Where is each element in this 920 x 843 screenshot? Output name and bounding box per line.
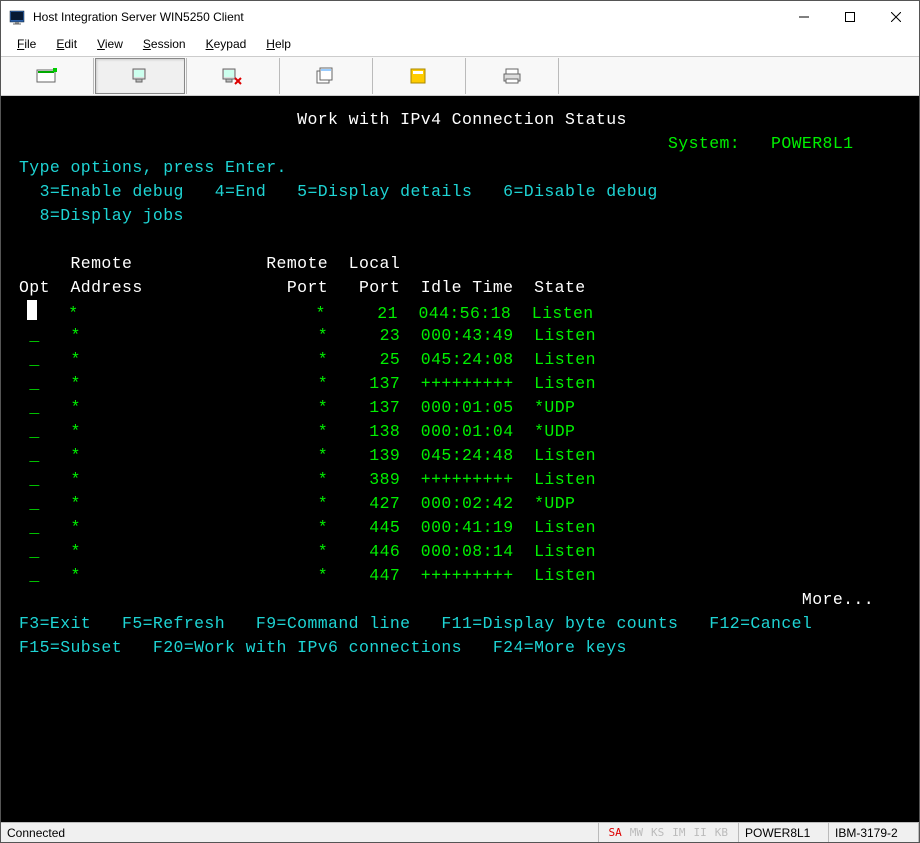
menu-help[interactable]: Help (258, 35, 299, 53)
menu-file[interactable]: File (9, 35, 44, 53)
menu-edit[interactable]: Edit (48, 35, 85, 53)
window-title: Host Integration Server WIN5250 Client (33, 10, 781, 24)
toolbar (1, 56, 919, 96)
toolbar-btn-2[interactable] (95, 58, 185, 94)
status-indicators: SAMWKSIMIIKB (599, 823, 740, 842)
title-bar: Host Integration Server WIN5250 Client (1, 1, 919, 32)
close-button[interactable] (873, 2, 919, 32)
status-system: POWER8L1 (739, 823, 829, 842)
indicator-mw: MW (626, 826, 647, 839)
toolbar-btn-6[interactable] (467, 58, 557, 94)
terminal-emulator[interactable]: Work with IPv4 Connection Status System:… (1, 96, 919, 822)
toolbar-separator (93, 58, 94, 94)
indicator-ks: KS (647, 826, 668, 839)
menu-view[interactable]: View (89, 35, 131, 53)
toolbar-btn-1[interactable] (2, 58, 92, 94)
toolbar-btn-5[interactable] (374, 58, 464, 94)
indicator-im: IM (668, 826, 689, 839)
status-bar: Connected SAMWKSIMIIKB POWER8L1 IBM-3179… (1, 822, 919, 842)
minimize-button[interactable] (781, 2, 827, 32)
terminal-app-icon (9, 9, 25, 25)
status-device: IBM-3179-2 (829, 823, 919, 842)
menu-session[interactable]: Session (135, 35, 194, 53)
toolbar-separator (558, 58, 559, 94)
maximize-button[interactable] (827, 2, 873, 32)
app-window: Host Integration Server WIN5250 Client F… (0, 0, 920, 843)
menu-keypad[interactable]: Keypad (198, 35, 255, 53)
indicator-ii: II (690, 826, 711, 839)
toolbar-btn-4[interactable] (281, 58, 371, 94)
toolbar-separator (465, 58, 466, 94)
status-connection: Connected (1, 823, 599, 842)
indicator-sa: SA (605, 826, 626, 839)
menu-bar: FileEditViewSessionKeypadHelp (1, 32, 919, 56)
toolbar-separator (279, 58, 280, 94)
toolbar-separator (186, 58, 187, 94)
indicator-kb: KB (711, 826, 732, 839)
toolbar-separator (372, 58, 373, 94)
toolbar-btn-3[interactable] (188, 58, 278, 94)
